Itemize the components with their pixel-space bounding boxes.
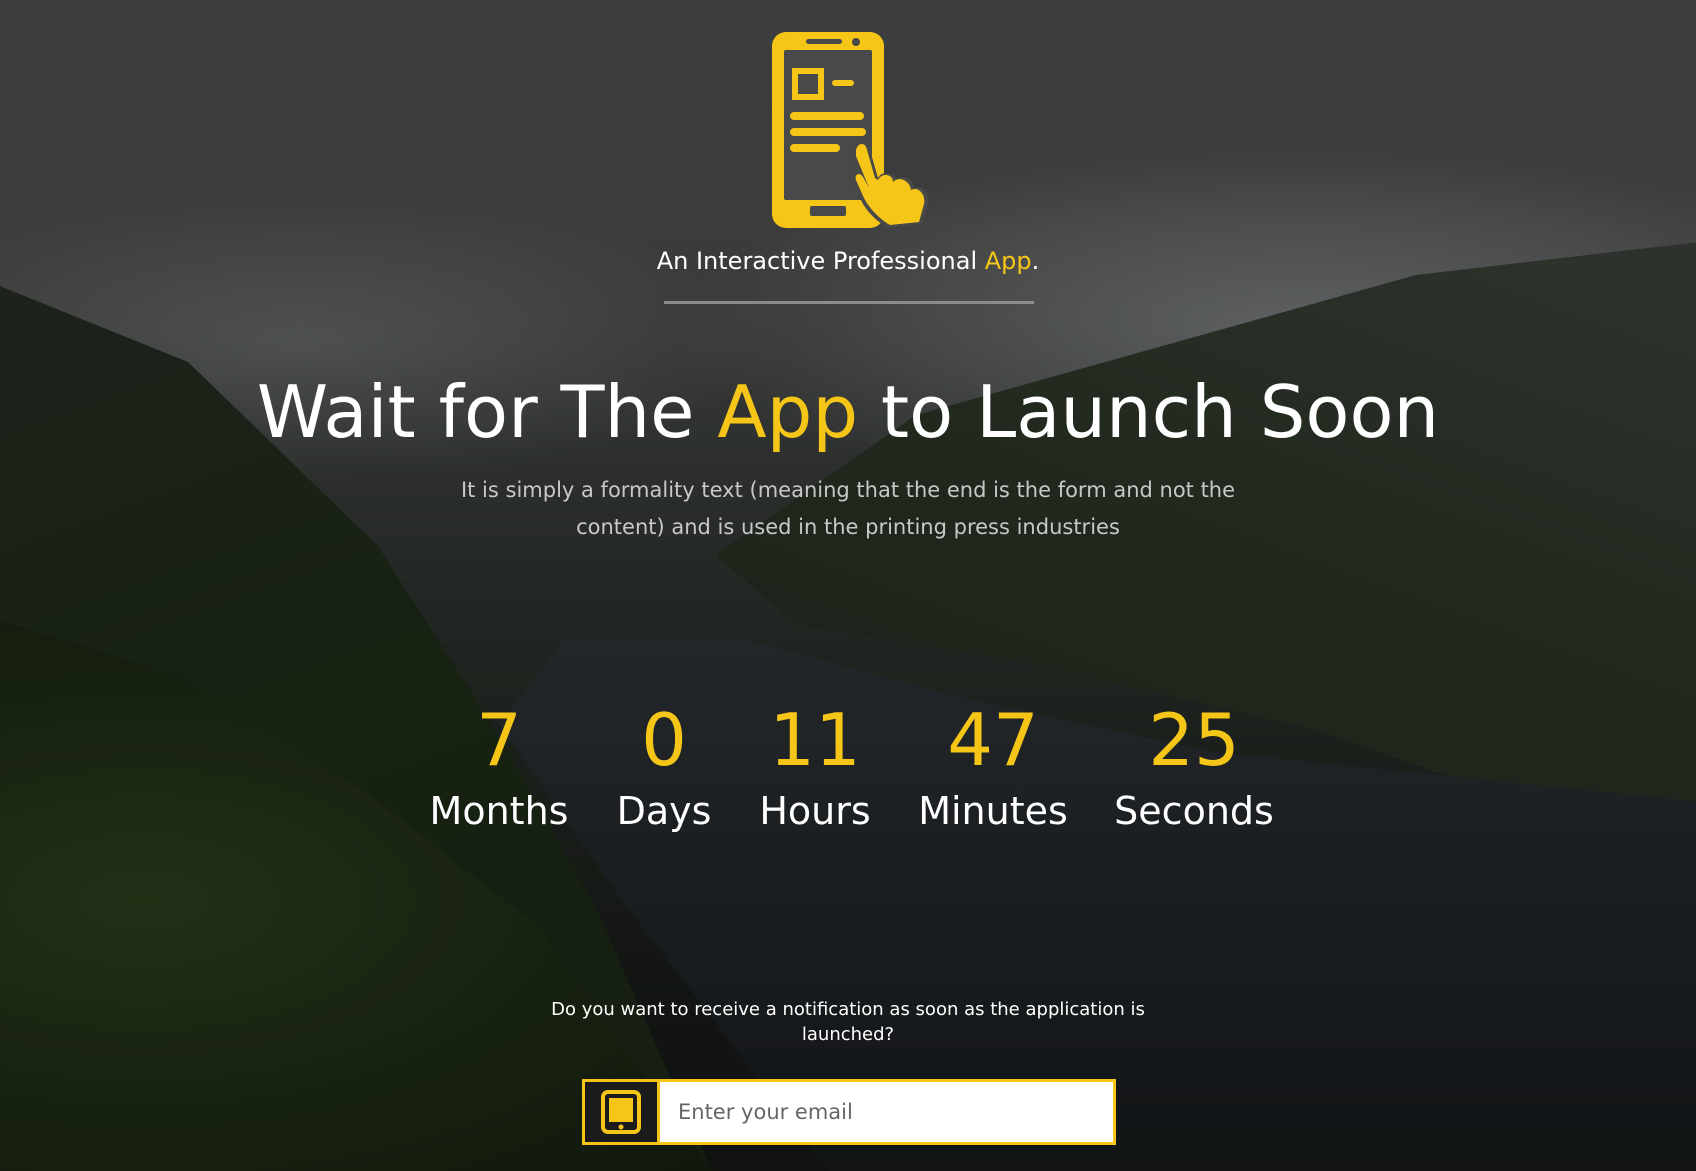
countdown-label: Minutes [918, 789, 1068, 833]
phone-touch-icon [772, 32, 929, 228]
countdown-value: 25 [1148, 698, 1240, 782]
countdown-value: 47 [947, 698, 1039, 782]
countdown-value: 11 [769, 698, 861, 782]
page-title: Wait for The App to Launch Soon [0, 370, 1696, 454]
coming-soon-page: An Interactive Professional App. Wait fo… [0, 0, 1696, 1171]
countdown-hours: 11 Hours [715, 700, 915, 834]
countdown-minutes: 47 Minutes [893, 700, 1093, 834]
countdown-label: Seconds [1114, 789, 1274, 833]
app-tagline: An Interactive Professional App. [0, 247, 1696, 275]
countdown-seconds: 25 Seconds [1094, 700, 1294, 834]
tagline-text: An Interactive Professional [656, 247, 985, 275]
tagline-divider [664, 301, 1034, 304]
tagline-period: . [1031, 247, 1040, 275]
tablet-icon [585, 1082, 660, 1142]
headline-part-1: Wait for The [256, 370, 718, 454]
countdown-label: Hours [759, 789, 871, 833]
email-subscribe-form [582, 1079, 1116, 1145]
email-field[interactable] [660, 1082, 1113, 1142]
notify-question: Do you want to receive a notification as… [551, 999, 1145, 1045]
countdown-timer: 7 Months 0 Days 11 Hours 47 Minutes 25 S… [0, 700, 1696, 860]
page-subtitle: It is simply a formality text (meaning t… [460, 478, 1236, 539]
headline-accent: App [717, 370, 859, 454]
tagline-accent: App [984, 247, 1032, 275]
headline-part-2: to Launch Soon [858, 370, 1440, 454]
